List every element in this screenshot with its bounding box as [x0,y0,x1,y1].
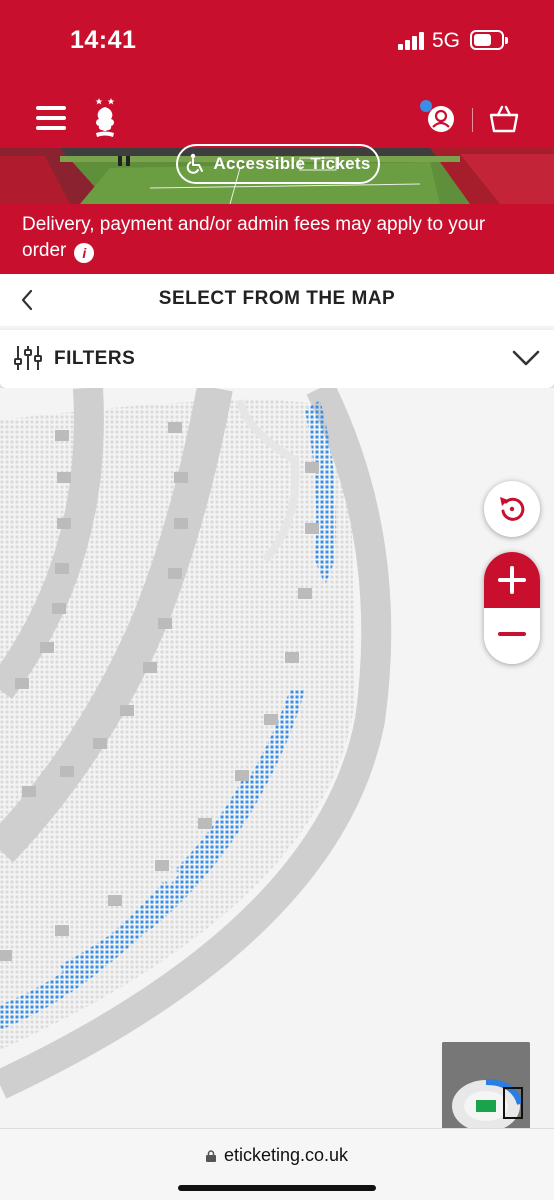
filters-dropdown[interactable]: FILTERS [0,330,554,388]
back-chevron-icon[interactable] [16,288,40,312]
minimap-image [442,1042,530,1130]
reset-icon [500,497,525,521]
account-icon[interactable] [420,100,456,134]
status-time: 14:41 [70,26,137,54]
status-bar: 14:41 5G [0,0,554,80]
zoom-in-icon[interactable] [484,552,540,608]
seat-map[interactable] [0,388,554,1128]
accessible-icon [187,153,204,174]
url-display[interactable]: eticketing.co.uk [0,1145,554,1166]
fees-notice: Delivery, payment and/or admin fees may … [0,204,554,274]
filters-label: FILTERS [54,348,136,369]
info-icon[interactable]: i [74,243,95,263]
club-crest[interactable] [92,96,118,140]
zoom-out-icon[interactable] [484,608,540,664]
notification-dot [420,100,432,112]
basket-icon[interactable] [488,104,520,134]
seat-map-canvas[interactable] [0,388,554,1128]
chevron-down-icon [512,350,540,366]
signal-icon [398,32,426,50]
accessible-tickets-label: Accessible Tickets [213,154,371,173]
stadium-minimap[interactable] [442,1042,530,1130]
lock-icon [205,1150,216,1162]
zoom-controls [484,552,540,664]
url-text: eticketing.co.uk [223,1145,349,1165]
ticket-map-screen: 14:41 5G Accessible Tickets Delivery, pa… [0,0,554,1200]
network-type: 5G [432,29,461,52]
reset-view-button[interactable] [484,481,540,537]
menu-icon[interactable] [36,106,66,130]
header-bar: 14:41 5G [0,0,554,148]
page-title: SELECT FROM THE MAP [158,288,396,309]
header-divider [472,108,473,132]
home-indicator[interactable] [178,1185,376,1191]
filter-sliders-icon [14,346,42,370]
page-header: SELECT FROM THE MAP [0,274,554,326]
accessible-tickets-button[interactable]: Accessible Tickets [176,144,380,184]
battery-icon [470,30,508,50]
